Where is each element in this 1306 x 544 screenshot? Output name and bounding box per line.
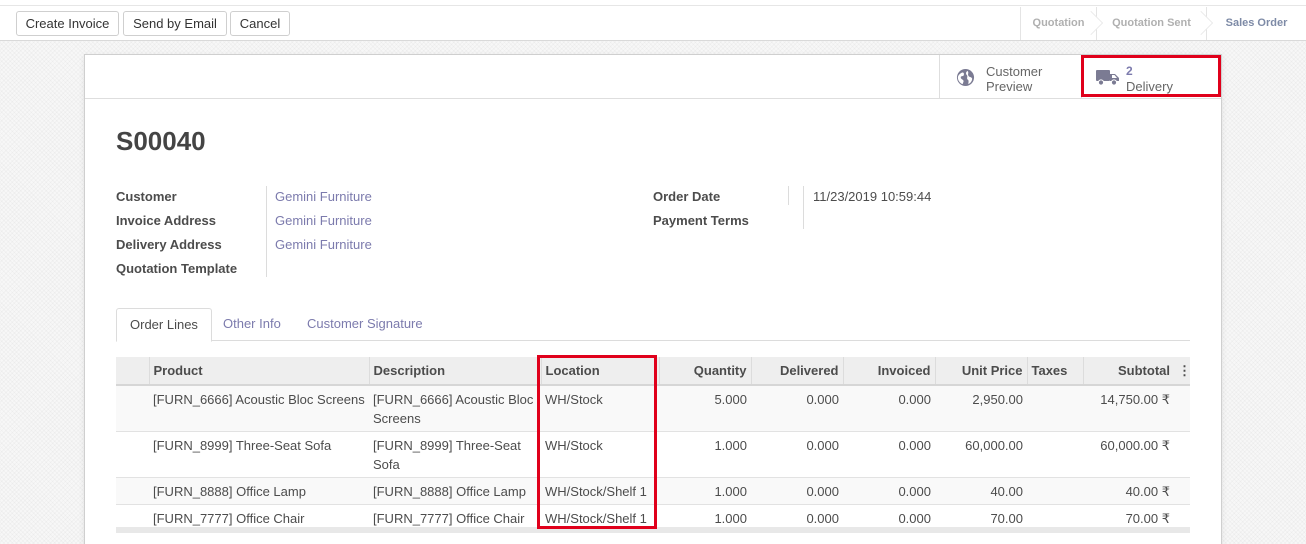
cell-invoiced[interactable]: 0.000 bbox=[843, 385, 935, 432]
row-handle bbox=[116, 477, 149, 505]
cell-product[interactable]: [FURN_8888] Office Lamp bbox=[149, 477, 369, 505]
cell-unit-price[interactable]: 40.00 bbox=[935, 477, 1027, 505]
column-header-taxes[interactable]: Taxes bbox=[1026, 357, 1083, 386]
field-separator bbox=[803, 186, 804, 229]
cell-subtotal: 60,000.00 ₹ bbox=[1083, 431, 1174, 478]
customer-preview-button[interactable]: Customer Preview bbox=[939, 55, 1081, 99]
create-invoice-button[interactable]: Create Invoice bbox=[16, 11, 119, 36]
delivery-label: 2 Delivery bbox=[1126, 64, 1173, 94]
table-row[interactable]: [FURN_8888] Office Lamp [FURN_8888] Offi… bbox=[116, 477, 1190, 505]
cell-product[interactable]: [FURN_8999] Three-Seat Sofa bbox=[149, 431, 369, 478]
tab-customer-signature[interactable]: Customer Signature bbox=[294, 308, 436, 341]
cell-quantity[interactable]: 1.000 bbox=[659, 431, 751, 478]
stage-label: Quotation Sent bbox=[1112, 17, 1191, 29]
table-footer bbox=[116, 527, 1190, 533]
column-header-product[interactable]: Product bbox=[148, 357, 369, 386]
column-header-unit-price[interactable]: Unit Price bbox=[934, 357, 1027, 386]
delivery-text: Delivery bbox=[1126, 79, 1173, 94]
cancel-button[interactable]: Cancel bbox=[230, 11, 290, 36]
top-divider bbox=[0, 0, 1306, 6]
cell-location[interactable]: WH/Stock bbox=[541, 431, 659, 478]
tab-other-info[interactable]: Other Info bbox=[210, 308, 294, 341]
customer-preview-line1: Customer bbox=[986, 64, 1043, 79]
cell-product[interactable]: [FURN_6666] Acoustic Bloc Screens bbox=[149, 385, 369, 432]
tab-order-lines[interactable]: Order Lines bbox=[116, 308, 212, 342]
control-panel: Create Invoice Send by Email Cancel Quot… bbox=[0, 0, 1306, 41]
stage-label: Sales Order bbox=[1225, 17, 1288, 29]
cell-taxes[interactable] bbox=[1027, 385, 1083, 432]
stage-quotation-sent[interactable]: Quotation Sent bbox=[1096, 7, 1213, 40]
row-end bbox=[1174, 385, 1190, 432]
column-header-quantity[interactable]: Quantity bbox=[658, 357, 751, 386]
field-separator bbox=[788, 186, 789, 205]
cell-location[interactable]: WH/Stock/Shelf 1 bbox=[541, 477, 659, 505]
cell-delivered[interactable]: 0.000 bbox=[751, 431, 843, 478]
stage-quotation[interactable]: Quotation bbox=[1020, 7, 1103, 40]
row-end bbox=[1174, 477, 1190, 505]
table-header-row: Product Description Location Quantity De… bbox=[116, 357, 1190, 386]
cell-quantity[interactable]: 1.000 bbox=[659, 477, 751, 505]
handle-column-header bbox=[116, 357, 149, 386]
column-header-delivered[interactable]: Delivered bbox=[750, 357, 843, 386]
invoice-address-label: Invoice Address bbox=[116, 213, 216, 228]
table-row[interactable]: [FURN_6666] Acoustic Bloc Screens [FURN_… bbox=[116, 385, 1190, 432]
cell-taxes[interactable] bbox=[1027, 431, 1083, 478]
form-sheet: Customer Preview 2 Delivery S00040 Custo… bbox=[84, 54, 1222, 544]
optional-columns-toggle[interactable]: ⋮ bbox=[1174, 357, 1190, 386]
field-separator bbox=[266, 186, 267, 277]
globe-icon bbox=[956, 68, 975, 87]
stage-sales-order[interactable]: Sales Order bbox=[1206, 7, 1306, 40]
status-bar: Quotation Quotation Sent Sales Order bbox=[1020, 7, 1306, 40]
delivery-address-label: Delivery Address bbox=[116, 237, 222, 252]
delivery-address-field[interactable]: Gemini Furniture bbox=[275, 237, 372, 252]
payment-terms-label: Payment Terms bbox=[653, 213, 749, 228]
delivery-button[interactable]: 2 Delivery bbox=[1081, 55, 1221, 99]
column-header-invoiced[interactable]: Invoiced bbox=[842, 357, 935, 386]
cell-unit-price[interactable]: 2,950.00 bbox=[935, 385, 1027, 432]
customer-preview-line2: Preview bbox=[986, 79, 1033, 94]
cell-location[interactable]: WH/Stock bbox=[541, 385, 659, 432]
cell-description[interactable]: [FURN_8888] Office Lamp bbox=[369, 477, 541, 505]
customer-field[interactable]: Gemini Furniture bbox=[275, 189, 372, 204]
cell-delivered[interactable]: 0.000 bbox=[751, 385, 843, 432]
row-handle bbox=[116, 385, 149, 432]
order-date-label: Order Date bbox=[653, 189, 721, 204]
cell-invoiced[interactable]: 0.000 bbox=[843, 431, 935, 478]
customer-label: Customer bbox=[116, 189, 177, 204]
truck-icon bbox=[1096, 70, 1119, 86]
record-title: S00040 bbox=[116, 126, 206, 156]
cell-taxes[interactable] bbox=[1027, 477, 1083, 505]
cell-subtotal: 14,750.00 ₹ bbox=[1083, 385, 1174, 432]
cell-quantity[interactable]: 5.000 bbox=[659, 385, 751, 432]
cell-delivered[interactable]: 0.000 bbox=[751, 477, 843, 505]
cell-unit-price[interactable]: 60,000.00 bbox=[935, 431, 1027, 478]
column-header-subtotal[interactable]: Subtotal bbox=[1082, 357, 1174, 386]
stage-label: Quotation bbox=[1032, 17, 1085, 29]
row-handle bbox=[116, 431, 149, 478]
kebab-menu-icon: ⋮ bbox=[1178, 362, 1190, 378]
cell-subtotal: 40.00 ₹ bbox=[1083, 477, 1174, 505]
cell-invoiced[interactable]: 0.000 bbox=[843, 477, 935, 505]
notebook-tabs: Order Lines Other Info Customer Signatur… bbox=[116, 308, 1190, 342]
quotation-template-label: Quotation Template bbox=[116, 261, 238, 276]
cell-description[interactable]: [FURN_8999] Three-Seat Sofa bbox=[369, 431, 541, 478]
row-end bbox=[1174, 431, 1190, 478]
order-date-field[interactable]: 11/23/2019 10:59:44 bbox=[813, 189, 931, 204]
table-row[interactable]: [FURN_8999] Three-Seat Sofa [FURN_8999] … bbox=[116, 431, 1190, 478]
send-by-email-button[interactable]: Send by Email bbox=[123, 11, 227, 36]
cell-description[interactable]: [FURN_6666] Acoustic Bloc Screens bbox=[369, 385, 541, 432]
delivery-count: 2 bbox=[1126, 64, 1133, 78]
customer-preview-label: Customer Preview bbox=[986, 64, 1042, 94]
order-lines-table: Product Description Location Quantity De… bbox=[116, 357, 1190, 532]
column-header-location[interactable]: Location bbox=[540, 357, 659, 386]
invoice-address-field[interactable]: Gemini Furniture bbox=[275, 213, 372, 228]
column-header-description[interactable]: Description bbox=[368, 357, 541, 386]
smart-button-box: Customer Preview 2 Delivery bbox=[85, 55, 1221, 99]
